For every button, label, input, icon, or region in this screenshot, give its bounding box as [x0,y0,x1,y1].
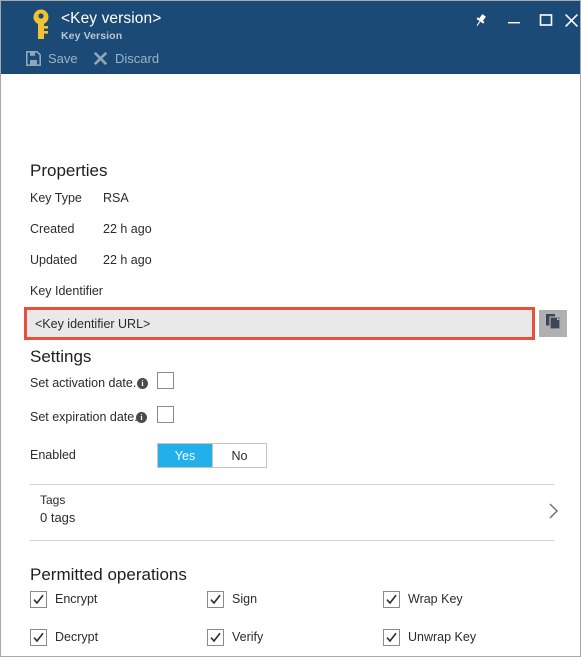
enabled-yes-option[interactable]: Yes [158,444,212,467]
copy-key-identifier-button[interactable] [539,310,567,337]
updated-value: 22 h ago [103,253,152,267]
verify-checkbox[interactable] [207,629,224,646]
pin-button[interactable] [467,7,493,33]
tags-divider-top [30,484,554,485]
sign-label: Sign [232,592,258,606]
discard-label: Discard [115,50,160,66]
tags-title: Tags [40,493,66,507]
encrypt-label: Encrypt [55,592,98,606]
close-icon [564,13,579,28]
expiration-date-label: Set expiration date. [30,410,138,424]
activation-date-checkbox[interactable] [157,372,174,389]
key-identifier-highlight [24,307,535,340]
properties-heading: Properties [30,161,108,180]
save-button[interactable]: Save [26,45,78,71]
created-label: Created [30,222,75,236]
enabled-label: Enabled [30,448,76,462]
window-title: <Key version> [61,10,162,27]
encrypt-checkbox[interactable] [30,591,47,608]
tags-count: 0 tags [40,510,76,525]
key-type-label: Key Type [30,191,82,205]
save-disk-icon [26,50,41,66]
command-toolbar: Save Discard [1,45,580,74]
enabled-no-option[interactable]: No [212,444,266,467]
key-identifier-input[interactable] [27,310,532,337]
tags-divider-bottom [30,540,554,541]
permitted-operations-heading: Permitted operations [30,565,187,584]
info-icon[interactable]: i [136,412,147,423]
maximize-icon [539,13,553,27]
maximize-button[interactable] [533,7,559,33]
discard-button[interactable]: Discard [93,45,159,71]
save-label: Save [48,50,78,66]
unwrap-key-checkbox[interactable] [383,629,400,646]
decrypt-checkbox[interactable] [30,629,47,646]
info-icon[interactable]: i [137,378,148,389]
copy-icon [545,313,562,335]
minimize-icon [506,14,522,26]
tags-row[interactable]: Tags 0 tags [40,492,75,526]
wrap-key-checkbox[interactable] [383,591,400,608]
title-bar: <Key version> Key Version Save Discard [1,1,580,74]
settings-heading: Settings [30,347,92,366]
wrap-key-label: Wrap Key [408,592,463,606]
unwrap-key-label: Unwrap Key [408,630,477,644]
key-identifier-label: Key Identifier [30,284,103,298]
created-value: 22 h ago [103,222,152,236]
updated-label: Updated [30,253,78,267]
activation-date-label: Set activation date. [30,376,137,390]
x-cross-icon [93,51,108,66]
window-subtitle: Key Version [61,30,123,42]
close-button[interactable] [561,7,580,33]
pin-icon [473,13,488,28]
chevron-right-icon[interactable] [547,502,561,520]
expiration-date-checkbox[interactable] [157,406,174,423]
key-icon [27,8,55,40]
sign-checkbox[interactable] [207,591,224,608]
decrypt-label: Decrypt [55,630,99,644]
minimize-button[interactable] [501,7,527,33]
key-type-value: RSA [103,191,129,205]
enabled-toggle: Yes No [157,443,267,468]
key-version-window: <Key version> Key Version Save Discard P… [0,0,581,657]
verify-label: Verify [232,630,264,644]
content-panel: Properties Key Type RSA Created 22 h ago… [1,74,580,656]
